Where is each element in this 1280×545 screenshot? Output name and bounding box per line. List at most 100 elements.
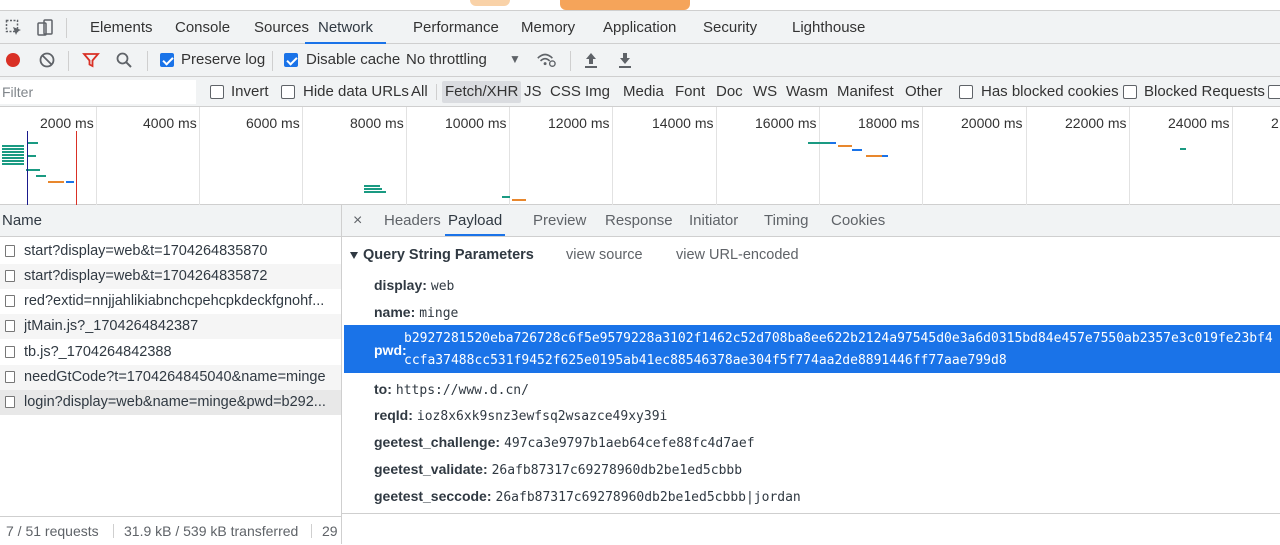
has-blocked-cookies-checkbox[interactable]	[959, 85, 973, 99]
tab-elements[interactable]: Elements	[90, 11, 153, 44]
filter-type-js[interactable]: JS	[524, 81, 542, 103]
tab-preview[interactable]: Preview	[533, 205, 586, 236]
tab-memory[interactable]: Memory	[521, 11, 575, 44]
resources-size: 29	[322, 523, 338, 539]
disable-cache-checkbox[interactable]	[284, 53, 298, 67]
tab-console[interactable]: Console	[175, 11, 230, 44]
tab-security[interactable]: Security	[703, 11, 757, 44]
request-row[interactable]: start?display=web&t=1704264835872	[0, 264, 341, 289]
network-conditions-icon[interactable]	[536, 50, 556, 70]
param-row[interactable]: geetest_validate: 26afb87317c69278960db2b…	[374, 461, 742, 478]
tab-payload[interactable]: Payload	[445, 205, 506, 236]
third-party-checkbox[interactable]	[1268, 85, 1280, 99]
detail-tabs: × Headers Payload Preview Response Initi…	[342, 205, 1280, 237]
blocked-requests-checkbox[interactable]	[1123, 85, 1137, 99]
filter-type-wasm[interactable]: Wasm	[786, 81, 828, 103]
filter-type-all[interactable]: All	[411, 81, 428, 103]
query-string-section-title[interactable]: Query String Parameters	[363, 247, 534, 263]
param-key: geetest_challenge:	[374, 434, 501, 450]
view-url-encoded-link[interactable]: view URL-encoded	[676, 247, 799, 263]
param-row[interactable]: geetest_seccode: 26afb87317c69278960db2be…	[374, 488, 801, 505]
import-har-icon[interactable]	[581, 50, 601, 70]
param-key: geetest_validate:	[374, 461, 488, 477]
param-value: web	[430, 279, 455, 294]
device-toolbar-icon[interactable]	[35, 18, 55, 38]
inspect-element-icon[interactable]	[4, 18, 24, 38]
param-row[interactable]: display: web	[374, 277, 454, 294]
filter-type-fetch-xhr[interactable]: Fetch/XHR	[442, 81, 522, 103]
page-graphic	[560, 0, 690, 10]
param-value: ccfa37488cc531f9452f625e0195ab41ec885463…	[404, 353, 1007, 368]
param-row[interactable]: geetest_challenge: 497ca3e9797b1aeb64cefe…	[374, 434, 755, 451]
divider	[147, 51, 148, 71]
search-icon[interactable]	[114, 50, 134, 70]
export-har-icon[interactable]	[615, 50, 635, 70]
file-icon	[5, 320, 15, 332]
filter-type-ws[interactable]: WS	[753, 81, 777, 103]
invert-checkbox[interactable]	[210, 85, 224, 99]
filter-input[interactable]: Filter	[0, 80, 196, 104]
clear-icon[interactable]	[37, 50, 57, 70]
has-blocked-cookies-label: Has blocked cookies	[981, 83, 1119, 100]
filter-type-media[interactable]: Media	[623, 81, 664, 103]
param-value: b2927281520eba726728c6f5e9579228a3102f14…	[404, 331, 1273, 346]
file-icon	[5, 245, 15, 257]
request-name: red?extid=nnjjahlikiabnchcpehcpkdeckfgno…	[24, 293, 325, 309]
preserve-log-checkbox[interactable]	[160, 53, 174, 67]
tab-headers[interactable]: Headers	[384, 205, 441, 236]
filter-type-font[interactable]: Font	[675, 81, 705, 103]
tab-initiator[interactable]: Initiator	[689, 205, 738, 236]
request-row[interactable]: red?extid=nnjjahlikiabnchcpehcpkdeckfgno…	[0, 289, 341, 314]
record-icon[interactable]	[3, 50, 23, 70]
request-list-panel: Name start?display=web&t=1704264835870 s…	[0, 205, 342, 544]
filter-type-img[interactable]: Img	[585, 81, 610, 103]
timeline-waterfall	[0, 107, 1280, 205]
param-row[interactable]: to: https://www.d.cn/	[374, 381, 529, 398]
filter-type-doc[interactable]: Doc	[716, 81, 743, 103]
file-icon	[5, 270, 15, 282]
page-graphic	[470, 0, 510, 6]
tab-performance[interactable]: Performance	[413, 11, 499, 44]
param-value: minge	[419, 306, 459, 321]
devtools-main-tabs: Elements Console Sources Network Perform…	[0, 10, 1280, 44]
tab-timing[interactable]: Timing	[764, 205, 808, 236]
chevron-down-icon[interactable]: ▼	[509, 52, 521, 66]
param-value: 26afb87317c69278960db2be1ed5cbbb	[491, 463, 743, 478]
request-row[interactable]: needGtCode?t=1704264845040&name=minge	[0, 365, 341, 390]
param-row[interactable]: name: minge	[374, 304, 458, 321]
name-column-header[interactable]: Name	[0, 205, 341, 237]
tab-lighthouse[interactable]: Lighthouse	[792, 11, 865, 44]
request-detail-panel: × Headers Payload Preview Response Initi…	[342, 205, 1280, 544]
hide-data-urls-checkbox[interactable]	[281, 85, 295, 99]
request-row[interactable]: jtMain.js?_1704264842387	[0, 314, 341, 339]
tab-sources[interactable]: Sources	[254, 11, 309, 44]
request-row[interactable]: start?display=web&t=1704264835870	[0, 239, 341, 264]
param-row[interactable]: reqId: ioz8x6xk9snz3ewfsq2wsazce49xy39i	[374, 407, 667, 424]
collapse-triangle-icon[interactable]	[350, 252, 358, 259]
param-key: geetest_seccode:	[374, 488, 492, 504]
request-name: needGtCode?t=1704264845040&name=minge	[24, 369, 326, 385]
filter-type-css[interactable]: CSS	[550, 81, 581, 103]
file-icon	[5, 346, 15, 358]
page-strip	[0, 0, 1280, 10]
request-row[interactable]: tb.js?_1704264842388	[0, 340, 341, 365]
param-key: pwd:	[374, 342, 407, 358]
tab-response[interactable]: Response	[605, 205, 673, 236]
throttling-select[interactable]: No throttling	[406, 51, 487, 68]
transfer-size: 31.9 kB / 539 kB transferred	[124, 523, 299, 539]
param-value: ioz8x6xk9snz3ewfsq2wsazce49xy39i	[416, 409, 668, 424]
request-name: login?display=web&name=minge&pwd=b292...	[24, 394, 326, 410]
tab-cookies[interactable]: Cookies	[831, 205, 885, 236]
close-icon[interactable]: ×	[353, 205, 362, 236]
request-row-selected[interactable]: login?display=web&name=minge&pwd=b292...	[0, 390, 341, 415]
filter-type-other[interactable]: Other	[905, 81, 943, 103]
timeline-overview[interactable]: 2000 ms 4000 ms 6000 ms 8000 ms 10000 ms…	[0, 107, 1280, 205]
tab-network[interactable]: Network	[305, 11, 387, 44]
tab-application[interactable]: Application	[603, 11, 676, 44]
param-key: display:	[374, 277, 427, 293]
filter-icon[interactable]	[81, 50, 101, 70]
view-source-link[interactable]: view source	[566, 247, 643, 263]
param-key: name:	[374, 304, 416, 320]
param-row-selected[interactable]: pwd: b2927281520eba726728c6f5e9579228a31…	[344, 325, 1280, 373]
filter-type-manifest[interactable]: Manifest	[837, 81, 894, 103]
